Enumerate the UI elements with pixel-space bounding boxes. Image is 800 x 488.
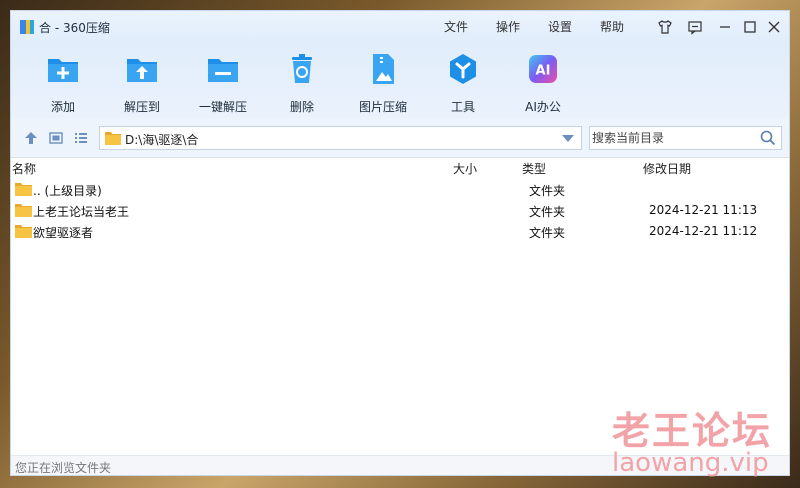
window-title: 合 - 360压缩 — [39, 21, 110, 35]
close-icon[interactable] — [764, 17, 784, 37]
extract-to-icon — [127, 59, 157, 82]
search-box — [589, 126, 782, 150]
one-click-extract-icon — [208, 59, 238, 82]
ai-office-icon: AI — [529, 55, 557, 83]
list-item[interactable]: .. (上级目录) 文件夹 — [11, 180, 789, 200]
list-item[interactable]: 欲望驱逐者 文件夹 2024-12-21 11:12 — [11, 222, 789, 242]
folder-icon — [15, 204, 32, 217]
up-arrow-icon[interactable] — [23, 130, 39, 146]
delete-button[interactable]: 删除 — [267, 47, 337, 115]
folder-icon — [105, 132, 121, 145]
ai-office-button[interactable]: AI AI办公 — [508, 47, 578, 115]
tools-icon — [450, 54, 476, 84]
add-folder-icon — [48, 59, 78, 82]
maximize-icon[interactable] — [740, 17, 760, 37]
toolbar: 添加 解压到 一键解压 删除 图片压缩 工具 AI AI办公 — [11, 43, 789, 118]
column-modified[interactable]: 修改日期 — [643, 160, 691, 177]
chevron-down-icon[interactable] — [562, 135, 574, 143]
menu-file[interactable]: 文件 — [444, 18, 468, 35]
add-button[interactable]: 添加 — [28, 47, 98, 115]
minimize-icon[interactable] — [715, 17, 735, 37]
folder-icon — [15, 225, 32, 238]
trash-icon — [292, 54, 312, 83]
svg-text:AI: AI — [536, 64, 551, 79]
menu-settings[interactable]: 设置 — [548, 18, 572, 35]
column-header: 名称 大小 类型 修改日期 — [11, 158, 789, 178]
watermark-url: laowang.vip — [612, 448, 769, 478]
search-input[interactable] — [592, 129, 752, 147]
extract-to-button[interactable]: 解压到 — [107, 47, 177, 115]
title-bar: 合 - 360压缩 文件 操作 设置 帮助 — [11, 11, 789, 43]
watermark-title: 老王论坛 — [612, 409, 773, 453]
thumbnail-view-icon[interactable] — [48, 130, 64, 146]
image-compress-button[interactable]: 图片压缩 — [348, 47, 418, 115]
message-icon[interactable] — [685, 17, 705, 37]
column-type[interactable]: 类型 — [522, 160, 546, 177]
list-item[interactable]: 上老王论坛当老王 文件夹 2024-12-21 11:13 — [11, 201, 789, 221]
menu-help[interactable]: 帮助 — [600, 18, 624, 35]
app-logo-icon — [20, 20, 34, 34]
path-bar[interactable]: D:\海\驱逐\合 — [99, 126, 582, 150]
path-text: D:\海\驱逐\合 — [125, 133, 199, 147]
list-view-icon[interactable] — [73, 130, 89, 146]
menu-operation[interactable]: 操作 — [496, 18, 520, 35]
column-name[interactable]: 名称 — [12, 160, 36, 177]
one-click-extract-button[interactable]: 一键解压 — [188, 47, 258, 115]
column-size[interactable]: 大小 — [453, 160, 477, 177]
image-compress-icon — [373, 54, 394, 84]
navigation-bar: D:\海\驱逐\合 — [11, 118, 789, 158]
tools-button[interactable]: 工具 — [428, 47, 498, 115]
shirt-icon[interactable] — [655, 17, 675, 37]
folder-icon — [15, 183, 32, 196]
search-icon[interactable] — [760, 130, 776, 146]
status-text: 您正在浏览文件夹 — [15, 461, 112, 475]
